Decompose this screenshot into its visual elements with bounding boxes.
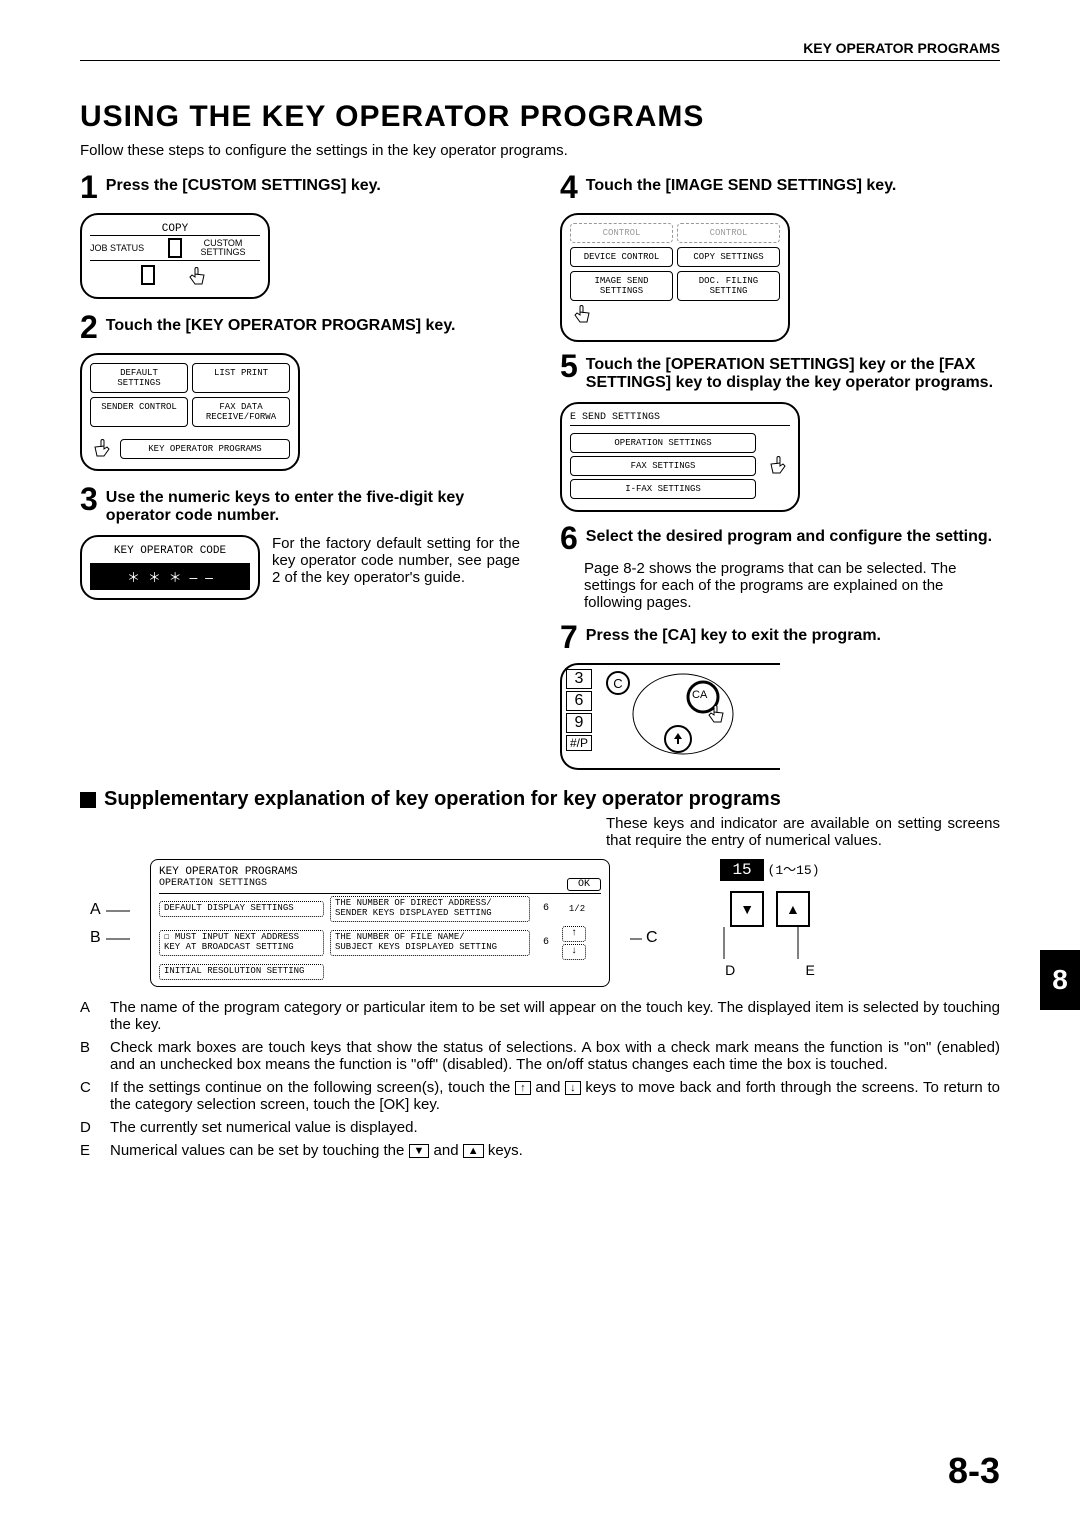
def-A: The name of the program category or part… [110,999,1000,1033]
supp-head1: KEY OPERATOR PROGRAMS [159,866,601,878]
def-A-label: A [80,999,100,1033]
step3-number: 3 [80,483,98,515]
value-down-button[interactable]: ▼ [730,891,764,927]
def-D: The currently set numerical value is dis… [110,1119,418,1136]
def-D-label: D [80,1119,100,1136]
page-down-icon: ↓ [565,1081,581,1095]
supp-page: 1/2 [562,904,592,914]
supp-r2a[interactable]: MUST INPUT NEXT ADDRESS KEY AT BROADCAST… [159,930,324,956]
key-9[interactable]: 9 [566,713,592,733]
key-hash-p[interactable]: #/P [566,735,592,751]
supp-r1a[interactable]: DEFAULT DISPLAY SETTINGS [159,901,324,917]
def-B: Check mark boxes are touch keys that sho… [110,1039,1000,1073]
step1-title: Press the [CUSTOM SETTINGS] key. [106,177,381,195]
def-C-label: C [80,1079,100,1113]
supp-panel: KEY OPERATOR PROGRAMS OPERATION SETTINGS… [150,859,610,987]
step1-key-icon [168,238,182,258]
supp-r2c: 6 [536,937,556,948]
step1-jobstatus-label: JOB STATUS [90,243,164,253]
step1-number: 1 [80,171,98,203]
step2-list-btn[interactable]: LIST PRINT [192,363,290,393]
key-6[interactable]: 6 [566,691,592,711]
svg-text:C: C [613,676,622,691]
supp-r1c: 6 [536,903,556,914]
step4-ctrl1[interactable]: CONTROL [570,223,673,243]
label-E: E [806,962,815,978]
step2-fax-btn[interactable]: FAX DATA RECEIVE/FORWA [192,397,290,427]
page-title: USING THE KEY OPERATOR PROGRAMS [80,100,1000,134]
finger-icon [766,454,790,478]
step6-body: Page 8-2 shows the programs that can be … [584,560,1000,611]
step6-number: 6 [560,522,578,554]
step5-op-btn[interactable]: OPERATION SETTINGS [570,433,756,453]
step3-title: Use the numeric keys to enter the five-d… [106,489,520,525]
supp-para: These keys and indicator are available o… [606,815,1000,849]
def-E: Numerical values can be set by touching … [110,1142,523,1159]
step3-code-label: KEY OPERATOR CODE [90,545,250,557]
value-up-button[interactable]: ▲ [776,891,810,927]
step4-imagesend-btn[interactable]: IMAGE SEND SETTINGS [570,271,673,301]
step5-ifax-btn[interactable]: I-FAX SETTINGS [570,479,756,499]
value-up-icon: ▲ [463,1144,484,1158]
supp-head2: OPERATION SETTINGS [159,878,267,891]
supp-r2b[interactable]: THE NUMBER OF FILE NAME/ SUBJECT KEYS DI… [330,930,530,956]
step7-number: 7 [560,621,578,653]
step6-title: Select the desired program and configure… [586,528,992,546]
finger-icon [704,703,728,727]
step2-default-btn[interactable]: DEFAULT SETTINGS [90,363,188,393]
step4-device-btn[interactable]: DEVICE CONTROL [570,247,673,267]
step5-head: E SEND SETTINGS [570,412,790,426]
step3-code-field[interactable]: ＊ ＊ ＊ — — [90,563,250,590]
supp-r3a[interactable]: INITIAL RESOLUTION SETTING [159,964,324,980]
finger-icon [185,265,209,289]
label-line-c-icon [630,859,670,989]
step4-docfiling-btn[interactable]: DOC. FILING SETTING [677,271,780,301]
numeric-range: (1～15) [768,863,820,878]
step5-title: Touch the [OPERATION SETTINGS] key or th… [586,356,1000,392]
step2-title: Touch the [KEY OPERATOR PROGRAMS] key. [106,317,456,335]
step3-body: For the factory default setting for the … [272,535,520,586]
bullet-square-icon [80,792,96,808]
def-B-label: B [80,1039,100,1073]
step2-sender-btn[interactable]: SENDER CONTROL [90,397,188,427]
step4-ctrl2[interactable]: CONTROL [677,223,780,243]
key-3[interactable]: 3 [566,669,592,689]
header-rule [80,60,1000,61]
supp-title: Supplementary explanation of key operati… [104,788,781,811]
numeric-display: 15 [720,859,763,881]
de-lines-icon [690,927,850,977]
label-line-icon [80,859,130,989]
supp-r1b[interactable]: THE NUMBER OF DIRECT ADDRESS/ SENDER KEY… [330,896,530,922]
step4-number: 4 [560,171,578,203]
supp-title-row: Supplementary explanation of key operati… [80,788,1000,811]
step1-key2-icon [141,265,155,285]
chapter-tab: 8 [1040,950,1080,1010]
step7-title: Press the [CA] key to exit the program. [586,627,881,645]
ca-key[interactable]: CA [692,689,707,701]
step4-title: Touch the [IMAGE SEND SETTINGS] key. [586,177,897,195]
page-up-icon: ↑ [515,1081,531,1095]
step5-fax-btn[interactable]: FAX SETTINGS [570,456,756,476]
finger-icon [90,437,114,461]
step1-copy-label: COPY [90,223,260,235]
value-down-icon: ▼ [409,1144,430,1158]
step5-number: 5 [560,350,578,382]
intro-text: Follow these steps to configure the sett… [80,142,1000,159]
step2-keyop-btn[interactable]: KEY OPERATOR PROGRAMS [120,439,290,459]
finger-icon [570,303,594,327]
step4-copy-btn[interactable]: COPY SETTINGS [677,247,780,267]
step2-number: 2 [80,311,98,343]
step1-custom-label: CUSTOM SETTINGS [186,239,260,257]
label-D: D [725,962,735,978]
page-down-button[interactable]: ↓ [562,944,586,960]
page-up-button[interactable]: ↑ [562,926,586,942]
page-number: 8-3 [948,1450,1000,1492]
ok-button[interactable]: OK [567,878,601,891]
def-C: If the settings continue on the followin… [110,1079,1000,1113]
section-header: KEY OPERATOR PROGRAMS [803,40,1000,56]
def-E-label: E [80,1142,100,1159]
